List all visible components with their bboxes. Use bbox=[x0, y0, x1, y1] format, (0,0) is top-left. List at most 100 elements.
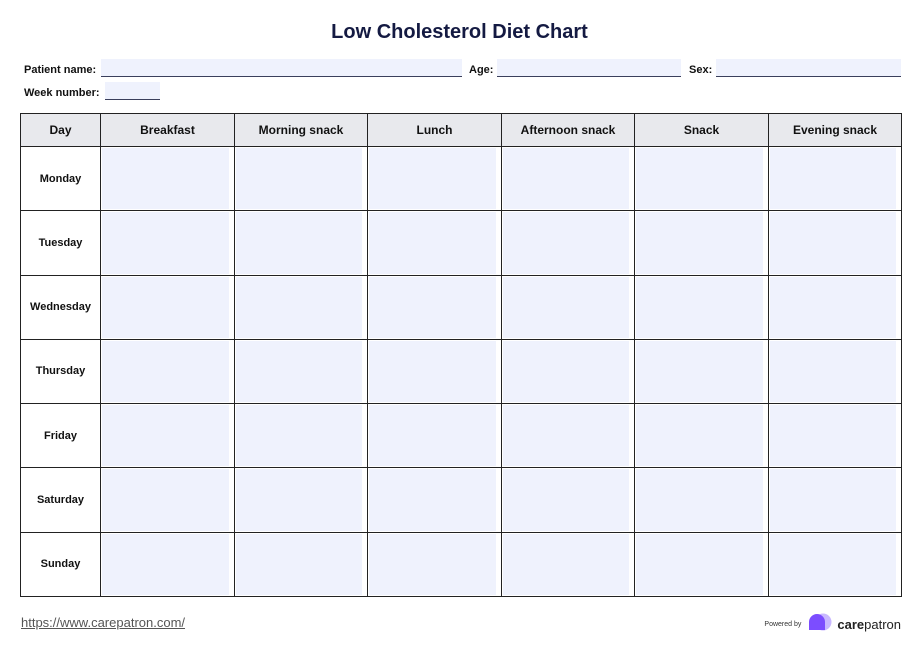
cell-afternoon-snack[interactable] bbox=[501, 145, 635, 212]
cell-snack[interactable] bbox=[634, 210, 769, 276]
cell-morning-snack[interactable] bbox=[234, 338, 368, 405]
cell-input-morning-snack[interactable] bbox=[236, 340, 362, 403]
cell-breakfast[interactable] bbox=[100, 531, 235, 598]
cell-input-evening-snack[interactable] bbox=[770, 276, 896, 338]
cell-input-breakfast[interactable] bbox=[102, 340, 229, 403]
cell-input-lunch[interactable] bbox=[369, 276, 496, 338]
cell-lunch[interactable] bbox=[367, 403, 502, 469]
cell-input-evening-snack[interactable] bbox=[770, 148, 896, 210]
table-row: Monday bbox=[20, 145, 902, 212]
cell-evening-snack[interactable] bbox=[768, 531, 902, 598]
cell-lunch[interactable] bbox=[367, 338, 502, 405]
cell-input-afternoon-snack[interactable] bbox=[503, 212, 629, 274]
cell-morning-snack[interactable] bbox=[234, 531, 368, 598]
cell-input-breakfast[interactable] bbox=[102, 212, 229, 274]
age-field[interactable] bbox=[497, 59, 681, 77]
powered-by-carepatron: Powered by carepatron bbox=[764, 613, 901, 636]
cell-afternoon-snack[interactable] bbox=[501, 403, 635, 469]
cell-breakfast[interactable] bbox=[100, 210, 235, 276]
cell-breakfast[interactable] bbox=[100, 338, 235, 405]
cell-morning-snack[interactable] bbox=[234, 403, 368, 469]
cell-input-morning-snack[interactable] bbox=[236, 276, 362, 338]
cell-input-afternoon-snack[interactable] bbox=[503, 148, 629, 210]
cell-morning-snack[interactable] bbox=[234, 145, 368, 212]
cell-input-afternoon-snack[interactable] bbox=[503, 469, 629, 531]
cell-breakfast[interactable] bbox=[100, 274, 235, 340]
cell-input-breakfast[interactable] bbox=[102, 533, 229, 595]
header-breakfast: Breakfast bbox=[100, 113, 235, 147]
cell-lunch[interactable] bbox=[367, 210, 502, 276]
cell-input-snack[interactable] bbox=[636, 148, 763, 210]
cell-input-breakfast[interactable] bbox=[102, 469, 229, 531]
cell-input-evening-snack[interactable] bbox=[770, 405, 896, 467]
cell-input-lunch[interactable] bbox=[369, 533, 496, 595]
cell-input-snack[interactable] bbox=[636, 405, 763, 467]
cell-input-lunch[interactable] bbox=[369, 340, 496, 403]
cell-evening-snack[interactable] bbox=[768, 145, 902, 212]
cell-input-afternoon-snack[interactable] bbox=[503, 533, 629, 595]
day-label: Friday bbox=[20, 403, 101, 469]
cell-lunch[interactable] bbox=[367, 467, 502, 533]
table-row: Friday bbox=[20, 403, 902, 469]
cell-evening-snack[interactable] bbox=[768, 467, 902, 533]
cell-input-afternoon-snack[interactable] bbox=[503, 405, 629, 467]
cell-evening-snack[interactable] bbox=[768, 403, 902, 469]
cell-input-afternoon-snack[interactable] bbox=[503, 340, 629, 403]
cell-input-snack[interactable] bbox=[636, 469, 763, 531]
cell-input-morning-snack[interactable] bbox=[236, 148, 362, 210]
cell-snack[interactable] bbox=[634, 531, 769, 598]
day-label: Saturday bbox=[20, 467, 101, 533]
cell-input-morning-snack[interactable] bbox=[236, 469, 362, 531]
cell-input-snack[interactable] bbox=[636, 276, 763, 338]
cell-snack[interactable] bbox=[634, 403, 769, 469]
cell-lunch[interactable] bbox=[367, 145, 502, 212]
cell-input-evening-snack[interactable] bbox=[770, 212, 896, 274]
cell-snack[interactable] bbox=[634, 338, 769, 405]
table-row: Saturday bbox=[20, 467, 902, 533]
cell-input-snack[interactable] bbox=[636, 212, 763, 274]
cell-evening-snack[interactable] bbox=[768, 338, 902, 405]
table-header-row: Day Breakfast Morning snack Lunch Aftern… bbox=[20, 113, 902, 147]
cell-input-evening-snack[interactable] bbox=[770, 340, 896, 403]
brand-bold: care bbox=[837, 617, 865, 632]
cell-snack[interactable] bbox=[634, 274, 769, 340]
cell-breakfast[interactable] bbox=[100, 467, 235, 533]
cell-evening-snack[interactable] bbox=[768, 210, 902, 276]
cell-snack[interactable] bbox=[634, 467, 769, 533]
patient-name-field[interactable] bbox=[101, 59, 462, 77]
cell-lunch[interactable] bbox=[367, 531, 502, 598]
cell-breakfast[interactable] bbox=[100, 403, 235, 469]
cell-lunch[interactable] bbox=[367, 274, 502, 340]
header-lunch: Lunch bbox=[367, 113, 502, 147]
cell-morning-snack[interactable] bbox=[234, 467, 368, 533]
cell-input-breakfast[interactable] bbox=[102, 276, 229, 338]
cell-input-morning-snack[interactable] bbox=[236, 533, 362, 595]
cell-input-morning-snack[interactable] bbox=[236, 212, 362, 274]
cell-afternoon-snack[interactable] bbox=[501, 467, 635, 533]
cell-input-breakfast[interactable] bbox=[102, 148, 229, 210]
cell-morning-snack[interactable] bbox=[234, 210, 368, 276]
cell-input-lunch[interactable] bbox=[369, 148, 496, 210]
cell-input-breakfast[interactable] bbox=[102, 405, 229, 467]
cell-input-evening-snack[interactable] bbox=[770, 533, 896, 595]
cell-input-evening-snack[interactable] bbox=[770, 469, 896, 531]
cell-input-lunch[interactable] bbox=[369, 405, 496, 467]
cell-input-lunch[interactable] bbox=[369, 212, 496, 274]
cell-afternoon-snack[interactable] bbox=[501, 210, 635, 276]
cell-input-morning-snack[interactable] bbox=[236, 405, 362, 467]
cell-input-afternoon-snack[interactable] bbox=[503, 276, 629, 338]
cell-input-snack[interactable] bbox=[636, 340, 763, 403]
cell-evening-snack[interactable] bbox=[768, 274, 902, 340]
cell-breakfast[interactable] bbox=[100, 145, 235, 212]
table-row: Sunday bbox=[20, 531, 902, 598]
cell-afternoon-snack[interactable] bbox=[501, 338, 635, 405]
cell-snack[interactable] bbox=[634, 145, 769, 212]
cell-input-lunch[interactable] bbox=[369, 469, 496, 531]
cell-morning-snack[interactable] bbox=[234, 274, 368, 340]
cell-afternoon-snack[interactable] bbox=[501, 531, 635, 598]
sex-field[interactable] bbox=[716, 59, 901, 77]
cell-input-snack[interactable] bbox=[636, 533, 763, 595]
week-number-field[interactable] bbox=[105, 82, 160, 100]
carepatron-link[interactable]: https://www.carepatron.com/ bbox=[21, 615, 185, 630]
cell-afternoon-snack[interactable] bbox=[501, 274, 635, 340]
